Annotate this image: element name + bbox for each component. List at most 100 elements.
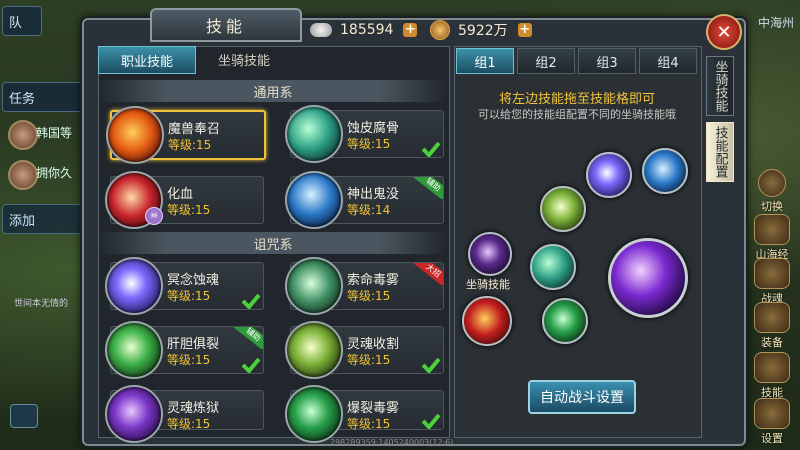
skill-level: 等级:15 [347, 417, 391, 431]
skill-name: 魔兽奉召 [168, 122, 221, 137]
blue-ghost-icon [285, 171, 343, 229]
tab-group-1[interactable]: 组1 [456, 48, 514, 74]
armor-icon [754, 302, 790, 333]
server-info: 298289359·1405240003(12·6) [330, 438, 454, 447]
tab-mount-skill[interactable]: 坐骑技能 [706, 56, 734, 116]
section-curse: 诅咒系 [98, 232, 448, 254]
green-spiral-icon [285, 105, 343, 163]
tab-skill-config[interactable]: 技能配置 [706, 122, 734, 182]
tab-group-3[interactable]: 组3 [578, 48, 636, 74]
skull-badge-icon: ☠ [145, 207, 163, 225]
assist-badge-label: 辅助 [413, 177, 443, 199]
silver-amount: 185594 [340, 22, 394, 38]
config-hint: 可以给您的技能组配置不同的坐骑技能哦 [478, 108, 676, 121]
skill-card[interactable]: 神出鬼没 等级:14 辅助 [285, 171, 444, 229]
skill-card[interactable]: 灵魂收割 等级:15 [285, 321, 444, 379]
close-button[interactable]: ✕ [706, 14, 742, 50]
skill-level: 等级:15 [167, 353, 211, 367]
toxic-burst-icon [285, 385, 343, 443]
skill-slot[interactable] [642, 148, 688, 194]
skill-card[interactable]: 爆裂毒雾 等级:15 [285, 385, 444, 443]
auto-battle-settings-button[interactable]: 自动战斗设置 [528, 380, 636, 414]
skill-card[interactable]: 索命毒雾 等级:15 大招 [285, 257, 444, 315]
skill-name: 化血 [167, 187, 194, 202]
main-skill-slot[interactable] [608, 238, 688, 318]
tab-mount-skills[interactable]: 坐骑技能 [196, 46, 292, 72]
skill-name: 肝胆俱裂 [167, 337, 220, 352]
silver-ingot-icon [310, 23, 332, 37]
map-name: 中海州 [757, 16, 794, 30]
skill-level: 等级:15 [167, 417, 211, 431]
avatar[interactable] [8, 160, 38, 190]
ultimate-badge: 大招 [413, 263, 443, 285]
skill-slot[interactable] [586, 152, 632, 198]
silver-currency: 185594 + [310, 18, 418, 42]
avatar[interactable] [8, 120, 38, 150]
mount-skill-slot[interactable] [468, 232, 512, 276]
mount-skill-label: 坐骑技能 [466, 278, 510, 291]
purple-soul-icon [105, 257, 163, 315]
team-button[interactable]: 队 [2, 6, 42, 36]
party-member-1[interactable]: 韩国等 [36, 124, 72, 141]
skills-button[interactable]: 技能 [748, 352, 796, 400]
gold-amount: 5922万 [458, 23, 508, 39]
window-title: 技能 [150, 8, 302, 42]
soul-icon [754, 258, 790, 289]
skill-card[interactable]: 魔兽奉召 等级:15 [106, 106, 266, 164]
skill-name: 爆裂毒雾 [347, 401, 400, 416]
skill-card[interactable]: 冥念蚀魂 等级:15 [105, 257, 264, 315]
checkmark-icon [421, 141, 441, 157]
skill-level: 等级:15 [168, 138, 212, 152]
gold-currency: 5922万 + [420, 18, 532, 42]
lightning-icon [105, 321, 163, 379]
assist-badge-label: 辅助 [233, 327, 263, 349]
skill-card[interactable]: 蚀皮腐骨 等级:15 [285, 105, 444, 163]
drag-hint: 将左边技能拖至技能格即可 [498, 92, 655, 107]
skill-name: 蚀皮腐骨 [347, 121, 400, 136]
war-soul-button[interactable]: 战魂 [748, 258, 796, 306]
skill-level: 等级:15 [347, 137, 391, 151]
gear-icon [754, 398, 790, 429]
checkmark-icon [241, 293, 261, 309]
ultimate-skill-slot[interactable] [462, 296, 512, 346]
checkmark-icon [421, 357, 441, 373]
skill-slot[interactable] [542, 298, 588, 344]
skill-card[interactable]: 灵魂炼狱 等级:15 [105, 385, 264, 443]
skill-name: 冥念蚀魂 [167, 273, 220, 288]
close-icon: ✕ [716, 21, 732, 43]
world-chat-text: 世间本无情的 [14, 299, 69, 309]
checkmark-icon [421, 413, 441, 429]
add-gold-button[interactable]: + [517, 23, 532, 37]
task-label: 任务 [9, 91, 36, 107]
tab-group-2[interactable]: 组2 [517, 48, 575, 74]
skill-card[interactable]: ☠ 化血 等级:15 [105, 171, 264, 229]
checkmark-icon [241, 357, 261, 373]
add-member-button[interactable]: 添加 [2, 204, 88, 234]
party-member-2[interactable]: 拥你久 [36, 164, 72, 181]
task-button[interactable]: 任务 [2, 82, 88, 112]
skill-group-tabs: 组1 组2 组3 组4 [456, 48, 698, 74]
shanhaijing-button[interactable]: 山海经 [748, 214, 796, 262]
add-silver-button[interactable]: + [403, 23, 418, 37]
green-reap-icon [285, 321, 343, 379]
skill-slot[interactable] [530, 244, 576, 290]
tab-class-skills[interactable]: 职业技能 [98, 46, 196, 74]
assist-badge: 辅助 [413, 177, 443, 199]
skill-level: 等级:15 [347, 289, 391, 303]
section-general: 通用系 [98, 80, 448, 102]
equipment-button[interactable]: 装备 [748, 302, 796, 350]
fire-beast-icon [106, 106, 164, 164]
tab-group-4[interactable]: 组4 [639, 48, 697, 74]
skill-name: 灵魂炼狱 [167, 401, 220, 416]
skill-card[interactable]: 肝胆俱裂 等级:15 辅助 [105, 321, 264, 379]
settings-button[interactable]: 设置 [748, 398, 796, 446]
equipment-label: 装备 [761, 336, 783, 349]
camera-icon[interactable] [10, 404, 38, 428]
skill-type-tabs: 职业技能 坐骑技能 [98, 46, 448, 74]
switch-button[interactable]: 切换 [748, 166, 796, 214]
skill-book-icon [754, 352, 790, 383]
skill-slot[interactable] [540, 186, 586, 232]
skill-level: 等级:15 [167, 289, 211, 303]
assist-badge: 辅助 [233, 327, 263, 349]
team-label: 队 [9, 15, 23, 31]
